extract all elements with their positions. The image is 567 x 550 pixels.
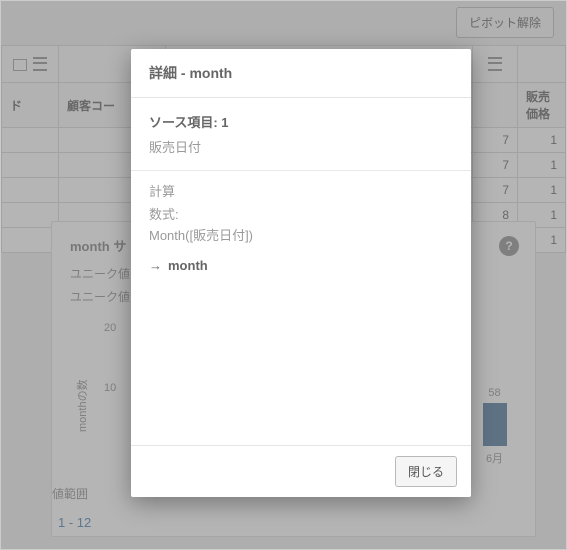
formula-label: 数式: bbox=[149, 204, 453, 223]
modal-title: 詳細 - month bbox=[131, 49, 471, 98]
source-item-value: 販売日付 bbox=[149, 137, 453, 156]
close-button[interactable]: 閉じる bbox=[395, 456, 457, 487]
result-field: month bbox=[149, 258, 453, 273]
divider bbox=[131, 170, 471, 171]
source-items-heading: ソース項目: 1 bbox=[149, 112, 453, 131]
formula-value: Month([販売日付]) bbox=[149, 225, 453, 244]
detail-modal: 詳細 - month ソース項目: 1 販売日付 計算 数式: Month([販… bbox=[131, 49, 471, 497]
calc-heading: 計算 bbox=[149, 181, 453, 200]
